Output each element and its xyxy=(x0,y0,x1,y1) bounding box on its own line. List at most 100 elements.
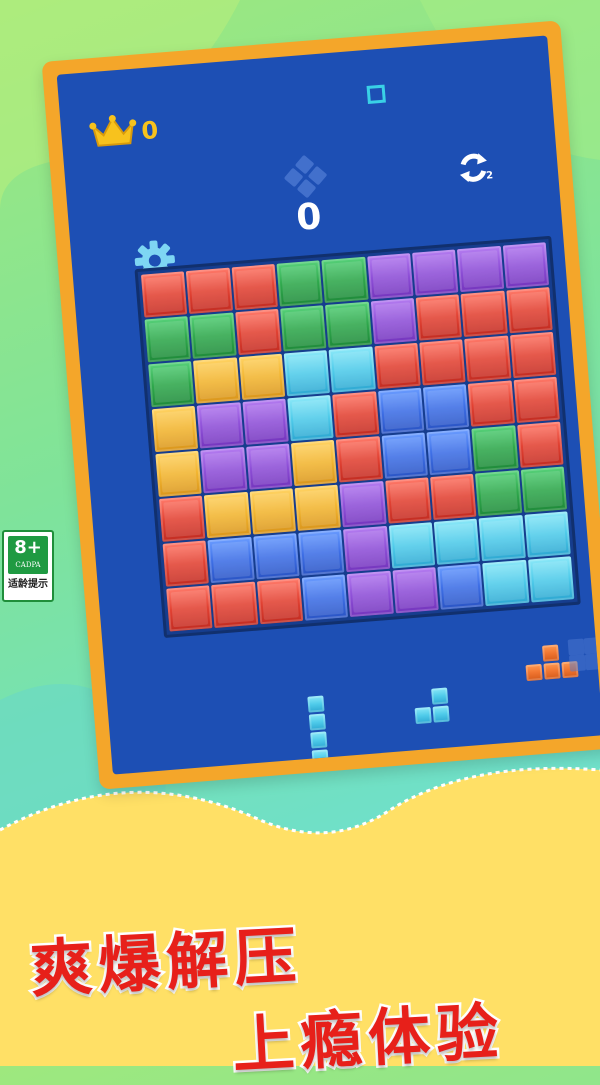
board-cell xyxy=(207,536,255,584)
board-cell xyxy=(339,481,387,528)
board-cell xyxy=(430,473,477,521)
board-cell xyxy=(196,402,244,449)
board-cell xyxy=(158,495,206,542)
phone-frame: 0 0 2 xyxy=(41,20,600,790)
piece-block xyxy=(311,749,329,767)
board-cell xyxy=(166,585,213,632)
board-cell xyxy=(464,335,512,382)
board-cell xyxy=(242,398,289,445)
board-cell xyxy=(370,297,418,345)
board-cell xyxy=(437,563,484,610)
board-cell xyxy=(388,522,436,569)
board-cell xyxy=(346,570,394,618)
board-cell xyxy=(527,556,575,603)
board-cell xyxy=(234,308,282,356)
board-cell xyxy=(294,484,342,531)
board-cell xyxy=(321,256,369,304)
current-score: 0 xyxy=(294,196,324,240)
score-area: 0 xyxy=(244,150,371,249)
board-cell xyxy=(412,249,459,296)
board-cell xyxy=(256,577,304,625)
board-cell xyxy=(520,466,568,513)
board-cell xyxy=(513,376,560,424)
board-cell xyxy=(419,339,466,386)
piece-block xyxy=(432,705,450,723)
board-cell xyxy=(343,525,390,573)
piece-block xyxy=(431,687,449,705)
board-cell xyxy=(162,540,210,587)
board-cell xyxy=(301,574,349,621)
board-cell xyxy=(392,567,439,614)
board-cell xyxy=(144,316,192,363)
board-cell xyxy=(426,428,474,476)
board-cell xyxy=(204,491,251,539)
age-rating-org: CADPA xyxy=(15,561,41,569)
board-cell xyxy=(186,267,233,314)
board-cell xyxy=(290,439,338,487)
s-piece[interactable] xyxy=(413,687,456,730)
board-cell xyxy=(245,443,293,490)
ghost-block xyxy=(584,653,600,671)
board-cell xyxy=(433,518,481,565)
board-cell xyxy=(336,436,383,483)
piece-block xyxy=(310,731,328,749)
crown-icon xyxy=(88,113,139,155)
board-cell xyxy=(332,391,380,438)
board-cell xyxy=(211,581,259,628)
board-cell xyxy=(460,290,508,338)
board-cell xyxy=(509,331,557,379)
board-cell xyxy=(377,387,425,434)
age-rating-hint: 适龄提示 xyxy=(8,579,48,590)
board-cell xyxy=(252,533,300,580)
game-screen: 0 0 2 xyxy=(56,35,600,775)
board-cell xyxy=(231,263,278,311)
board-cell xyxy=(280,305,327,352)
best-score: 0 xyxy=(88,111,160,154)
ghost-block xyxy=(568,654,587,672)
board-cell xyxy=(287,394,334,442)
piece-block xyxy=(543,662,561,680)
board-cell xyxy=(325,301,372,348)
board-cell xyxy=(328,346,376,393)
slogan-line-2: 上瘾体验 xyxy=(228,992,508,1084)
board-cell xyxy=(140,271,188,318)
age-rating-badge: 8+ CADPA 适龄提示 xyxy=(2,530,54,602)
board-cell xyxy=(422,384,470,431)
refresh-count: 2 xyxy=(485,170,494,182)
square-mode-icon[interactable] xyxy=(366,84,386,104)
ghost-block xyxy=(583,637,600,655)
piece-block xyxy=(525,663,543,682)
piece-block xyxy=(308,713,327,731)
board-cell xyxy=(193,357,240,404)
board-cell xyxy=(478,514,526,562)
game-board[interactable] xyxy=(134,235,581,639)
piece-block xyxy=(307,695,325,713)
board-cell xyxy=(155,450,203,498)
l-piece[interactable] xyxy=(524,637,600,697)
age-rating: 8+ xyxy=(14,537,42,558)
board-cell xyxy=(457,245,504,293)
board-cell xyxy=(506,287,553,334)
piece-block xyxy=(414,706,432,725)
board-cell xyxy=(374,342,421,390)
board-cell xyxy=(471,425,519,472)
board-cell xyxy=(249,488,296,535)
vertical-i-piece[interactable] xyxy=(307,695,331,774)
board-cell xyxy=(384,477,432,524)
board-cell xyxy=(482,559,530,607)
ghost-block xyxy=(567,638,585,656)
board-cell xyxy=(502,242,550,289)
best-score-value: 0 xyxy=(140,115,160,146)
board-cell xyxy=(238,353,286,401)
board-cell xyxy=(283,350,331,397)
board-cell xyxy=(189,312,237,359)
board-cell xyxy=(468,380,515,427)
board-cell xyxy=(148,360,195,408)
piece-block xyxy=(541,644,560,662)
age-rating-box: 8+ CADPA xyxy=(8,536,48,574)
board-cell xyxy=(516,421,564,468)
board-cell xyxy=(381,432,428,479)
board-cell xyxy=(415,294,463,341)
board-cell xyxy=(298,529,345,576)
board-cell xyxy=(524,511,571,558)
